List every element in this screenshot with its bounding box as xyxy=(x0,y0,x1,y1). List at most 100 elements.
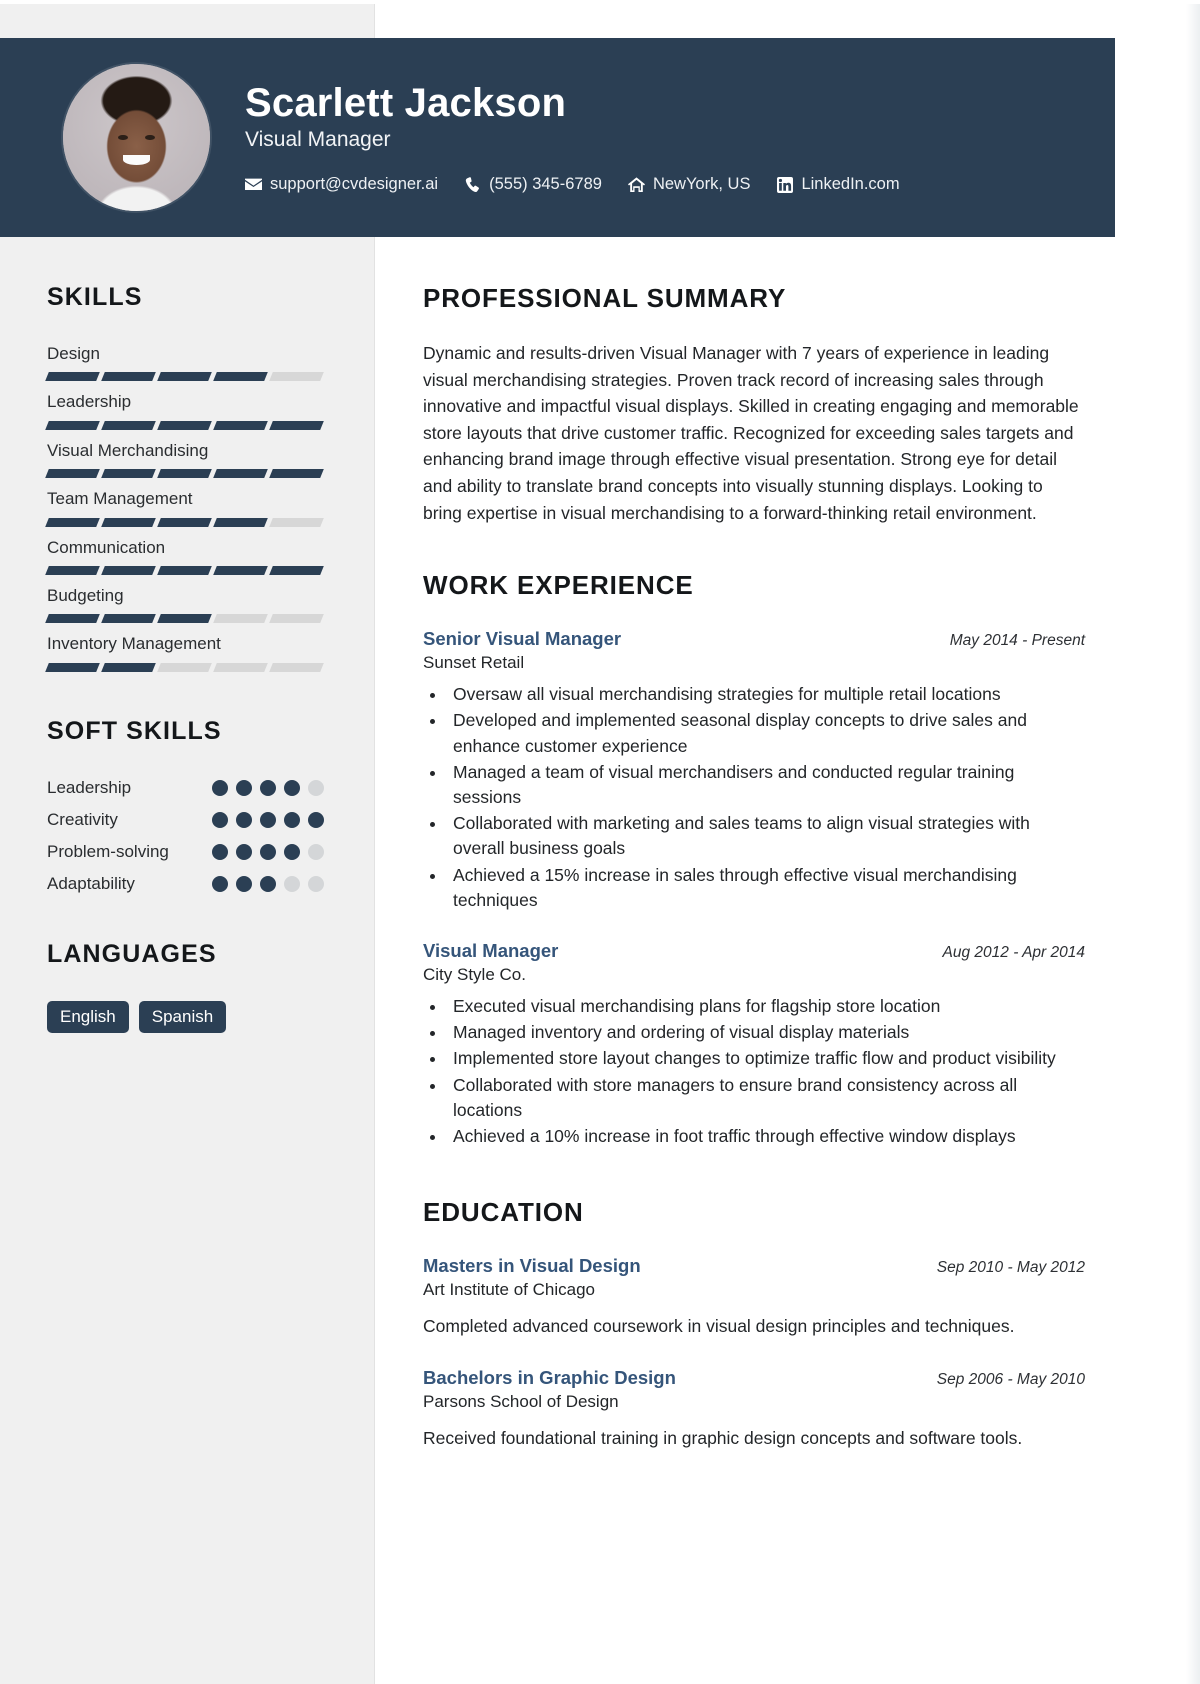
education-description: Completed advanced coursework in visual … xyxy=(423,1316,1015,1337)
skill-segment xyxy=(157,469,212,479)
skill-label: Inventory Management xyxy=(47,634,221,654)
rating-dot xyxy=(284,779,300,796)
contact-phone[interactable]: (555) 345-6789 xyxy=(464,175,602,194)
bullet-item: Managed a team of visual merchandisers a… xyxy=(447,760,1085,810)
education-entry-header: Masters in Visual Design Sep 2010 - May … xyxy=(423,1254,1085,1277)
rating-dot xyxy=(260,875,276,892)
skill-item: Leadership xyxy=(45,392,327,430)
work-entry-org: Sunset Retail xyxy=(423,653,525,673)
skill-bar xyxy=(45,614,324,624)
work-experience-heading: WORK EXPERIENCE xyxy=(423,570,694,601)
skill-label: Visual Merchandising xyxy=(47,440,209,460)
skill-label: Design xyxy=(47,344,100,363)
contact-location-text: NewYork, US xyxy=(652,175,751,194)
contact-linkedin[interactable]: LinkedIn.com xyxy=(776,175,900,194)
skill-segment xyxy=(45,565,100,575)
rating-dot xyxy=(260,811,276,828)
rating-dot xyxy=(308,779,324,796)
bullet-item: Executed visual merchandising plans for … xyxy=(447,994,1085,1019)
skill-segment xyxy=(45,372,100,382)
rating-dot xyxy=(212,779,228,796)
contact-phone-text: (555) 345-6789 xyxy=(489,175,602,194)
avatar-eye-right xyxy=(145,134,155,140)
avatar-eye-left xyxy=(118,134,128,140)
contact-location[interactable]: NewYork, US xyxy=(627,175,751,194)
education-entry-header: Bachelors in Graphic Design Sep 2006 - M… xyxy=(423,1366,1085,1389)
language-tag: Spanish xyxy=(138,1000,227,1033)
soft-skill-item: Adaptability xyxy=(47,874,324,894)
summary-text: Dynamic and results-driven Visual Manage… xyxy=(423,343,1079,523)
skills-heading: SKILLS xyxy=(47,283,143,311)
soft-skill-rating xyxy=(212,843,324,860)
skill-segment xyxy=(157,614,212,624)
rating-dot xyxy=(308,811,324,828)
rating-dot xyxy=(260,843,276,860)
skill-segment xyxy=(269,469,324,479)
rating-dot xyxy=(284,843,300,860)
skill-segment xyxy=(45,469,100,479)
skill-bar xyxy=(45,517,324,527)
skill-label: Budgeting xyxy=(47,585,124,605)
rating-dot xyxy=(284,875,300,892)
soft-skill-item: Creativity xyxy=(47,810,324,830)
contact-list: support@cvdesigner.ai (555) 345-6789 New… xyxy=(245,175,900,194)
skill-bar xyxy=(45,662,324,672)
soft-skill-rating xyxy=(212,875,324,892)
rating-dot xyxy=(308,875,324,892)
work-entry-bullets: Executed visual merchandising plans for … xyxy=(447,994,1085,1149)
skill-item: Design xyxy=(45,344,327,382)
header-text-block: Scarlett Jackson Visual Manager support@… xyxy=(245,81,900,195)
rating-dot xyxy=(236,811,252,828)
skill-label: Team Management xyxy=(47,489,193,509)
work-entry: Visual Manager Aug 2012 - Apr 2014 City … xyxy=(423,939,1085,1149)
education-degree: Bachelors in Graphic Design xyxy=(423,1366,676,1388)
skill-segment xyxy=(269,420,324,430)
bullet-item: Achieved a 10% increase in foot traffic … xyxy=(447,1124,1085,1149)
skill-segment xyxy=(213,420,268,430)
skill-segment xyxy=(157,420,212,430)
soft-skills-heading: SOFT SKILLS xyxy=(47,716,222,745)
education-heading: EDUCATION xyxy=(423,1197,584,1228)
skill-segment xyxy=(157,517,212,527)
contact-linkedin-text: LinkedIn.com xyxy=(801,175,900,194)
bullet-item: Implemented store layout changes to opti… xyxy=(447,1046,1085,1071)
skill-segment xyxy=(101,420,156,430)
soft-skill-label: Creativity xyxy=(47,809,118,829)
contact-email-text: support@cvdesigner.ai xyxy=(270,175,439,194)
rating-dot xyxy=(236,843,252,860)
candidate-name: Scarlett Jackson xyxy=(245,80,567,125)
skill-item: Budgeting xyxy=(45,585,327,624)
summary-heading: PROFESSIONAL SUMMARY xyxy=(423,283,787,313)
work-entry-date: May 2014 - Present xyxy=(949,632,1085,650)
skill-segment xyxy=(213,469,268,479)
email-icon xyxy=(245,176,262,193)
page-edge-top xyxy=(0,0,1200,4)
home-icon xyxy=(627,176,645,193)
soft-skill-label: Problem-solving xyxy=(47,841,169,861)
skill-segment xyxy=(269,614,324,624)
rating-dot xyxy=(236,875,252,892)
phone-icon xyxy=(464,176,481,193)
work-entry-org: City Style Co. xyxy=(423,965,526,985)
rating-dot xyxy=(284,811,300,828)
contact-email[interactable]: support@cvdesigner.ai xyxy=(245,175,438,194)
skills-list: Design Leadership Visual Merchandising T… xyxy=(45,344,327,672)
candidate-job-title: Visual Manager xyxy=(245,128,391,152)
rating-dot xyxy=(212,843,228,860)
soft-skill-label: Adaptability xyxy=(47,873,135,893)
bullet-item: Collaborated with marketing and sales te… xyxy=(447,811,1085,861)
resume-header: Scarlett Jackson Visual Manager support@… xyxy=(0,38,1115,237)
work-entry-date: Aug 2012 - Apr 2014 xyxy=(942,943,1085,961)
skill-bar xyxy=(45,372,324,382)
soft-skill-label: Leadership xyxy=(47,777,132,797)
language-tag: English xyxy=(47,1000,129,1033)
skill-segment xyxy=(213,614,268,624)
soft-skill-rating xyxy=(212,779,324,796)
work-entry-header: Senior Visual Manager May 2014 - Present xyxy=(423,627,1085,650)
skill-item: Visual Merchandising xyxy=(45,440,327,479)
skill-segment xyxy=(101,662,156,672)
skill-item: Inventory Management xyxy=(45,634,327,672)
